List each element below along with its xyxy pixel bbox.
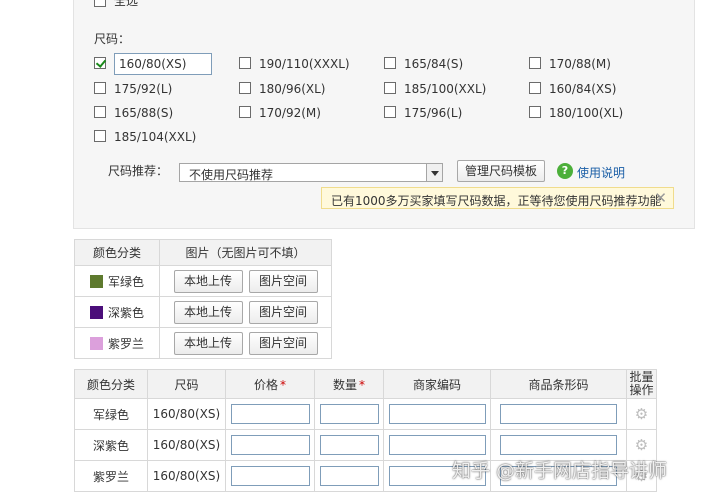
table-row: 深紫色 本地上传 图片空间 — [74, 296, 332, 328]
size-alias-input[interactable] — [114, 53, 212, 75]
size-checkbox-180-100-xl[interactable] — [529, 106, 541, 118]
price-input[interactable] — [230, 466, 310, 486]
header-batch-line1: 批量 — [629, 370, 654, 384]
size-checkbox-185-104-xxl[interactable] — [94, 130, 106, 142]
header-image: 图片（无图片可不填） — [159, 239, 332, 266]
size-checkbox-165-84-s[interactable] — [384, 57, 396, 69]
gear-icon[interactable]: ⚙ — [635, 436, 648, 454]
size-option-label: 185/100(XXL) — [404, 82, 487, 96]
help-link[interactable]: 使用说明 — [577, 164, 625, 181]
size-checkbox-175-92-l[interactable] — [94, 82, 106, 94]
size-checkbox-160-80-xs[interactable] — [94, 57, 106, 69]
table-row: 紫罗兰 本地上传 图片空间 — [74, 327, 332, 359]
size-checkbox-160-84-xs[interactable] — [529, 82, 541, 94]
header-quantity-label: 数量 — [332, 377, 357, 392]
image-actions: 本地上传 图片空间 — [159, 265, 332, 297]
quantity-input[interactable] — [319, 404, 379, 424]
select-all-checkbox[interactable] — [94, 0, 106, 7]
table-row: 军绿色 本地上传 图片空间 — [74, 265, 332, 297]
barcode-input[interactable] — [500, 435, 617, 455]
size-section-title: 尺码： — [94, 32, 131, 46]
size-option-label: 165/84(S) — [404, 57, 464, 71]
size-checkbox-165-88-s[interactable] — [94, 106, 106, 118]
quantity-input[interactable] — [319, 466, 379, 486]
image-actions: 本地上传 图片空间 — [159, 296, 332, 328]
help-icon[interactable]: ? — [557, 163, 573, 179]
size-checkbox-180-96-xl[interactable] — [239, 82, 251, 94]
size-checkbox-185-100-xxl[interactable] — [384, 82, 396, 94]
size-option-label: 175/92(L) — [114, 82, 173, 96]
size-option-label: 175/96(L) — [404, 106, 463, 120]
size-option-label: 170/88(M) — [549, 57, 611, 71]
gear-icon[interactable]: ⚙ — [635, 405, 648, 423]
color-swatch — [89, 336, 103, 350]
header-batch-line2: 操作 — [629, 383, 654, 397]
price-input[interactable] — [230, 435, 310, 455]
size-recommend-tip: 已有1000多万买家填写尺码数据，正等待您使用尺码推荐功能 ✕ — [321, 187, 674, 209]
tip-text: 已有1000多万买家填写尺码数据，正等待您使用尺码推荐功能 — [331, 194, 662, 208]
color-cell: 深紫色 — [74, 296, 160, 328]
color-cell: 军绿色 — [74, 398, 148, 430]
local-upload-button[interactable]: 本地上传 — [173, 269, 243, 293]
color-cell: 军绿色 — [74, 265, 160, 297]
close-icon[interactable]: ✕ — [654, 189, 667, 207]
select-all-label: 全选 — [114, 0, 139, 8]
size-option-label: 180/100(XL) — [549, 106, 624, 120]
color-name: 深紫色 — [107, 305, 144, 320]
size-cell: 160/80(XS) — [147, 460, 226, 492]
size-checkbox-175-96-l[interactable] — [384, 106, 396, 118]
color-swatch — [89, 274, 103, 288]
size-option-label: 190/110(XXXL) — [259, 57, 350, 71]
header-price-label: 价格 — [253, 377, 278, 392]
color-swatch — [89, 305, 103, 319]
code-input[interactable] — [388, 404, 486, 424]
header-batch: 批量 操作 — [626, 369, 657, 399]
barcode-input[interactable] — [500, 404, 617, 424]
header-price: 价格 * — [225, 369, 315, 399]
header-color: 颜色分类 — [74, 239, 160, 266]
image-space-button[interactable]: 图片空间 — [248, 300, 318, 324]
local-upload-button[interactable]: 本地上传 — [173, 331, 243, 355]
color-name: 紫罗兰 — [107, 336, 144, 351]
size-checkbox-190-110-xxxl[interactable] — [239, 57, 251, 69]
color-image-table: 颜色分类 图片（无图片可不填） 军绿色 本地上传 图片空间 深紫色 本地上传 图片空… — [74, 239, 332, 359]
size-option-label: 165/88(S) — [114, 106, 174, 120]
size-option-label: 170/92(M) — [259, 106, 321, 120]
color-cell: 紫罗兰 — [74, 327, 160, 359]
watermark: 知乎 @新手网店指导讲师 — [452, 460, 668, 482]
color-cell: 紫罗兰 — [74, 460, 148, 492]
header-code: 商家编码 — [383, 369, 491, 399]
required-mark: * — [280, 377, 286, 392]
chevron-down-icon[interactable] — [426, 164, 442, 181]
manage-size-template-button[interactable]: 管理尺码模板 — [457, 160, 545, 182]
price-input[interactable] — [230, 404, 310, 424]
size-recommend-value: 不使用尺码推荐 — [189, 168, 274, 182]
image-space-button[interactable]: 图片空间 — [248, 269, 318, 293]
header-barcode: 商品条形码 — [490, 369, 627, 399]
size-recommend-select[interactable]: 不使用尺码推荐 — [179, 163, 443, 182]
size-option-label: 180/96(XL) — [259, 82, 326, 96]
size-cell: 160/80(XS) — [147, 429, 226, 461]
color-name: 军绿色 — [107, 274, 144, 289]
color-cell: 深紫色 — [74, 429, 148, 461]
size-checkbox-170-92-m[interactable] — [239, 106, 251, 118]
size-recommend-label: 尺码推荐： — [108, 164, 169, 178]
image-space-button[interactable]: 图片空间 — [248, 331, 318, 355]
quantity-input[interactable] — [319, 435, 379, 455]
size-cell: 160/80(XS) — [147, 398, 226, 430]
image-actions: 本地上传 图片空间 — [159, 327, 332, 359]
required-mark: * — [359, 377, 365, 392]
size-option-label: 185/104(XXL) — [114, 130, 197, 144]
size-checkbox-170-88-m[interactable] — [529, 57, 541, 69]
header-color: 颜色分类 — [74, 369, 148, 399]
table-row: 军绿色 160/80(XS) ⚙ — [74, 398, 657, 430]
size-option-label: 160/84(XS) — [549, 82, 617, 96]
header-quantity: 数量 * — [314, 369, 384, 399]
local-upload-button[interactable]: 本地上传 — [173, 300, 243, 324]
code-input[interactable] — [388, 435, 486, 455]
header-size: 尺码 — [147, 369, 226, 399]
